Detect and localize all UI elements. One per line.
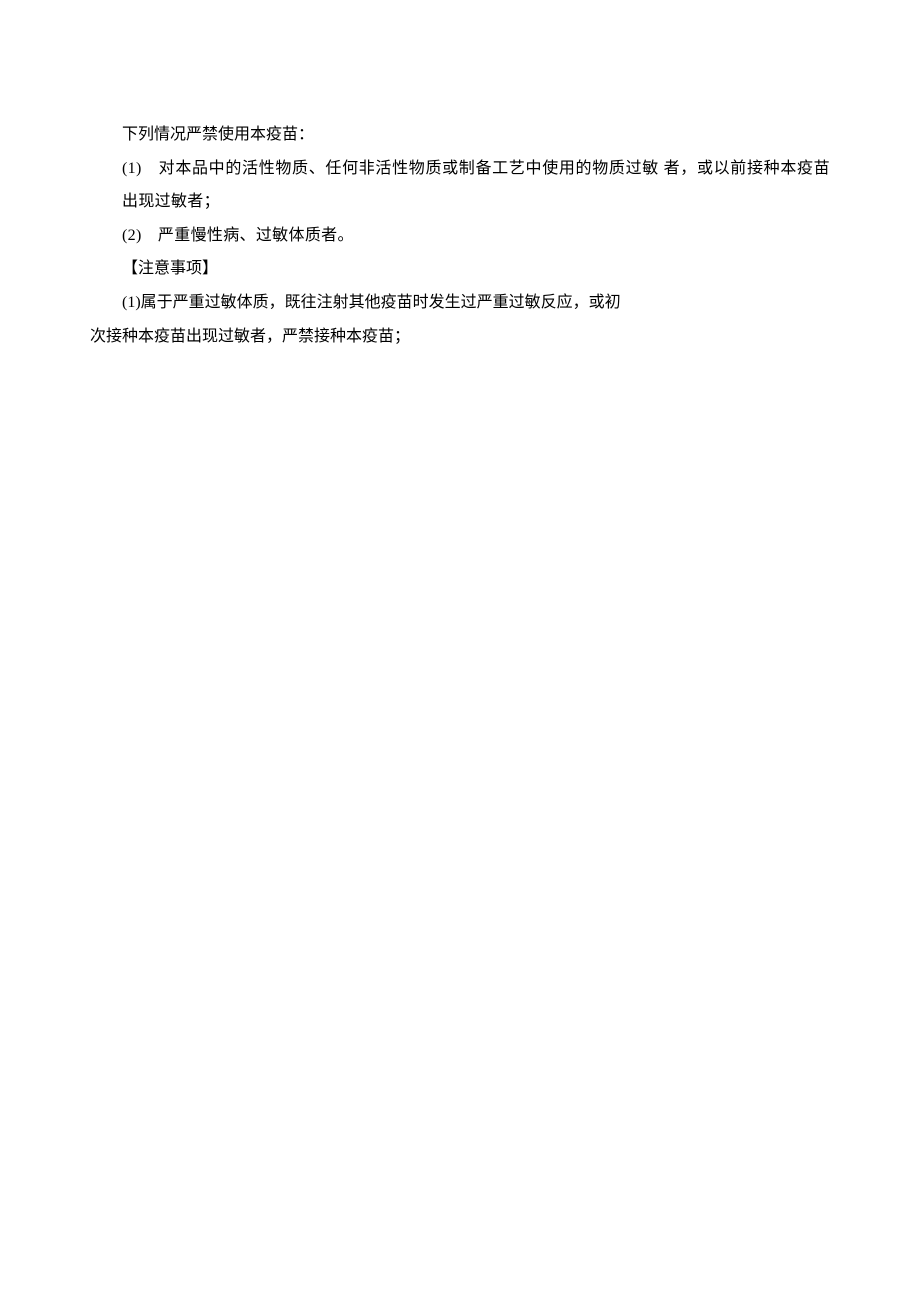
precautions-item-1-line-1: (1)属于严重过敏体质，既往注射其他疫苗时发生过严重过敏反应，或初 xyxy=(90,286,830,320)
intro-text: 下列情况严禁使用本疫苗： xyxy=(122,126,314,143)
list-item-2: (2) 严重慢性病、过敏体质者。 xyxy=(90,219,830,253)
list-item-1-text: (1) 对本品中的活性物质、任何非活性物质或制备工艺中使用的物质过敏 者，或以前… xyxy=(122,160,830,211)
list-item-1: (1) 对本品中的活性物质、任何非活性物质或制备工艺中使用的物质过敏 者，或以前… xyxy=(90,152,830,219)
list-item-2-text: (2) 严重慢性病、过敏体质者。 xyxy=(122,227,354,244)
precautions-item-1-line-2: 次接种本疫苗出现过敏者，严禁接种本疫苗； xyxy=(90,320,830,354)
precautions-header-text: 【注意事项】 xyxy=(122,260,218,277)
intro-paragraph: 下列情况严禁使用本疫苗： xyxy=(90,118,830,152)
precautions-item-1-line-2-text: 次接种本疫苗出现过敏者，严禁接种本疫苗； xyxy=(90,328,410,345)
precautions-item-1-line-1-text: (1)属于严重过敏体质，既往注射其他疫苗时发生过严重过敏反应，或初 xyxy=(122,294,621,311)
precautions-header: 【注意事项】 xyxy=(90,252,830,286)
